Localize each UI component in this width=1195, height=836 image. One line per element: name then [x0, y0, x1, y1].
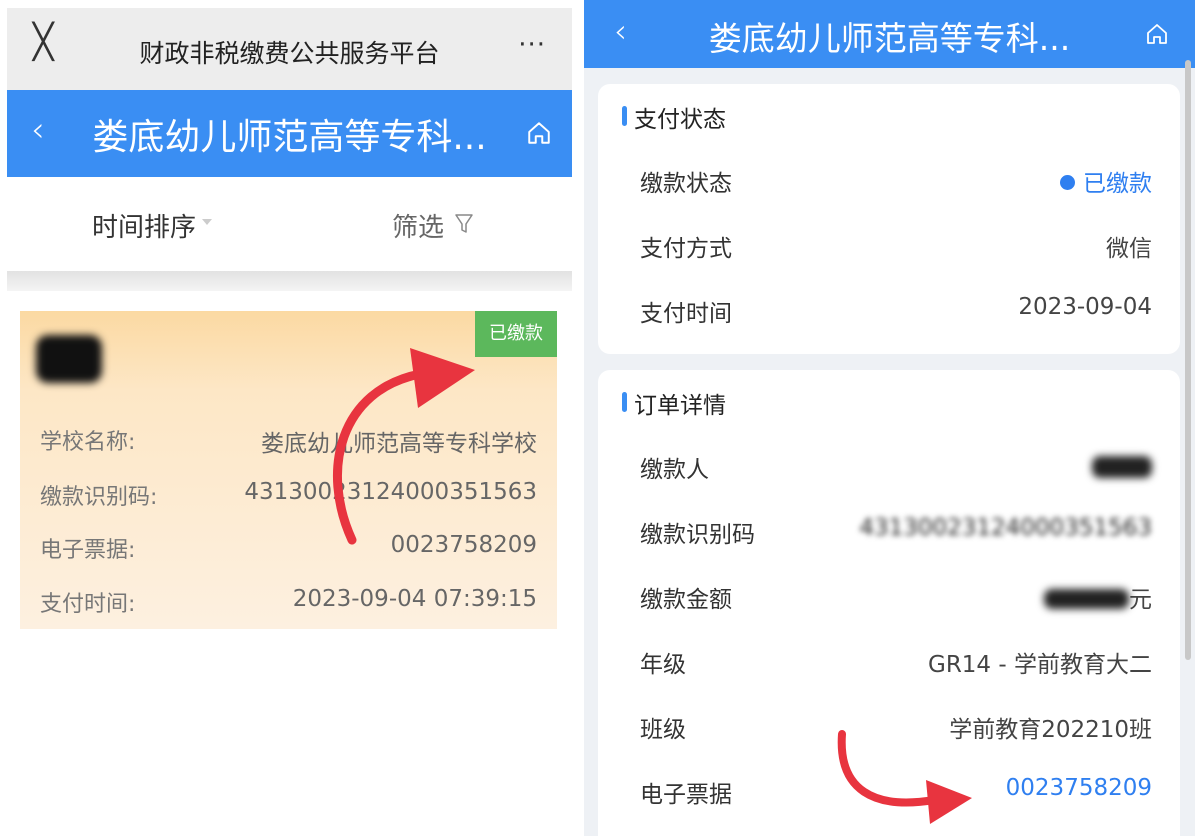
row-label: 缴款金额 [640, 587, 732, 613]
card-row-label: 学校名称: [40, 430, 136, 455]
status-dot-icon [1060, 175, 1075, 190]
row-payment-method: 支付方式 微信 [640, 229, 1152, 263]
row-label: 支付时间 [640, 301, 732, 327]
row-grade: 年级 GR14 - 学前教育大二 [640, 645, 1152, 679]
payment-status-panel: 支付状态 缴款状态 已缴款 支付方式 微信 支付时间 2023-09-04 [598, 84, 1180, 354]
home-icon[interactable] [526, 120, 552, 146]
row-payer: 缴款人 [640, 450, 1152, 484]
amount-redacted [1044, 589, 1129, 609]
card-row-label: 支付时间: [40, 592, 136, 617]
left-screen: ╳ 财政非税缴费公共服务平台 ··· ‹ 娄底幼儿师范高等专科... 时间排序 … [0, 0, 572, 836]
row-payment-time: 支付时间 2023-09-04 [640, 294, 1152, 328]
row-value: 学前教育202210班 [949, 717, 1152, 743]
row-label: 缴款人 [640, 457, 709, 483]
row-payment-status: 缴款状态 已缴款 [640, 164, 1152, 198]
payer-name-redacted [36, 335, 102, 383]
section-heading: 支付状态 [622, 100, 726, 134]
caret-down-icon [202, 219, 212, 225]
filter-icon[interactable] [454, 213, 474, 235]
row-value: GR14 - 学前教育大二 [928, 652, 1152, 678]
sort-filter-bar: 时间排序 筛选 [7, 177, 572, 271]
row-value: 元 [1044, 580, 1152, 614]
card-row-label: 电子票据: [40, 538, 136, 563]
home-icon[interactable] [1145, 22, 1169, 46]
row-label: 缴款识别码 [640, 522, 755, 548]
right-screen: ‹ 娄底幼儿师范高等专科... 支付状态 缴款状态 已缴款 支付方式 微信 支付… [584, 0, 1195, 836]
filter-button[interactable]: 筛选 [392, 207, 444, 244]
row-value: 2023-09-04 [1018, 294, 1152, 320]
red-arrow-annotation [837, 730, 972, 824]
page-header: ‹ 娄底幼儿师范高等专科... [584, 0, 1195, 68]
more-button[interactable]: ··· [518, 30, 546, 60]
section-heading: 订单详情 [622, 386, 726, 420]
wechat-title-bar: ╳ 财政非税缴费公共服务平台 ··· [7, 8, 572, 90]
red-arrow-annotation [332, 348, 475, 545]
row-value: 已缴款 [1060, 164, 1152, 198]
scrollbar[interactable] [1185, 60, 1191, 660]
divider [7, 271, 572, 291]
row-label: 支付方式 [640, 236, 732, 262]
sort-by-time-button[interactable]: 时间排序 [92, 207, 196, 244]
row-label: 年级 [640, 652, 686, 678]
row-label: 缴款状态 [640, 171, 732, 197]
payer-name-redacted [1092, 456, 1152, 478]
row-value: 微信 [1106, 236, 1152, 262]
row-payment-code: 缴款识别码 43130023124000351563 [640, 515, 1152, 549]
card-row-value: 2023-09-04 07:39:15 [292, 586, 537, 612]
page-header: ‹ 娄底幼儿师范高等专科... [7, 90, 572, 177]
row-value [1092, 450, 1152, 484]
amount-unit: 元 [1129, 587, 1152, 613]
card-row-label: 缴款识别码: [40, 485, 158, 510]
page-title: 娄底幼儿师范高等专科... [708, 19, 1071, 58]
row-value: 43130023124000351563 [859, 515, 1152, 541]
wechat-title: 财政非税缴费公共服务平台 [139, 39, 440, 68]
page-title: 娄底幼儿师范高等专科... [92, 117, 487, 158]
e-receipt-link[interactable]: 0023758209 [1006, 775, 1152, 801]
card-row-pay-time: 支付时间: 2023-09-04 07:39:15 [40, 586, 537, 618]
row-label: 电子票据 [640, 782, 732, 808]
row-label: 班级 [640, 717, 686, 743]
row-amount: 缴款金额 元 [640, 580, 1152, 614]
payment-status-text: 已缴款 [1083, 171, 1152, 197]
